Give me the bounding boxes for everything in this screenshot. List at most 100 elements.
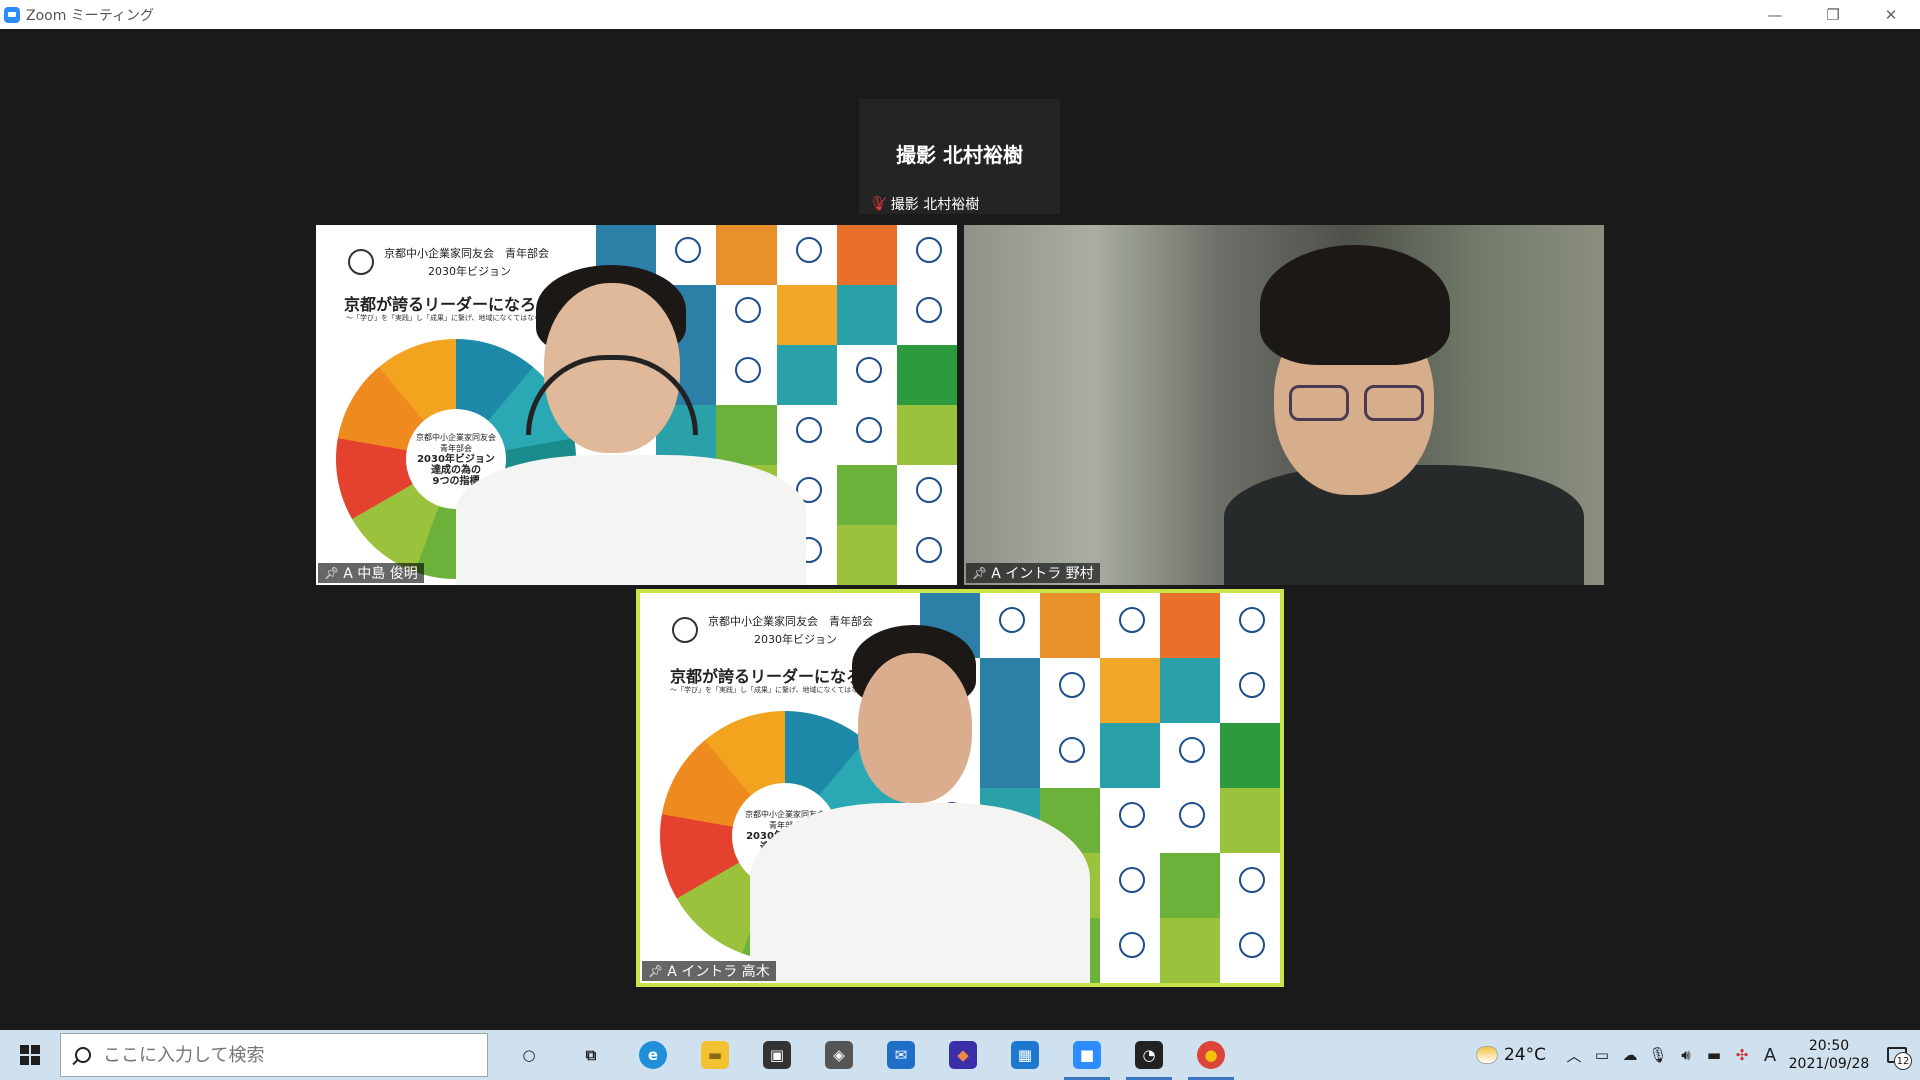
calculator-icon: ▦ bbox=[1011, 1041, 1039, 1069]
participant-name-tag: 📌︎ A 中島 俊明 bbox=[318, 563, 424, 583]
taskbar: ○ ⧉ e ▬ ▣ ◈ ✉ ◆ ▦ ■ ◔ ● 24°C ︿ ▭ ☁ 🎙︎ 🔊︎ ▬ ✣ A 20:5… bbox=[0, 1030, 1920, 1080]
notification-count: 12 bbox=[1894, 1052, 1912, 1070]
store-icon: ▣ bbox=[763, 1041, 791, 1069]
task-view-taskbar-button[interactable]: ⧉ bbox=[560, 1030, 622, 1080]
grid-logo-cell bbox=[1220, 918, 1280, 983]
grid-logo-cell bbox=[836, 345, 897, 405]
pin-icon: 📌︎ bbox=[972, 566, 988, 580]
grid-logo-cell bbox=[896, 285, 957, 345]
gallery-view: 撮影 北村裕樹 🎙︎̸ 撮影 北村裕樹 京都中小企業家同友会 青年部会 2030… bbox=[0, 29, 1920, 1030]
chrome-icon: ● bbox=[1197, 1041, 1225, 1069]
grid-indicator-cell bbox=[836, 525, 897, 585]
start-button[interactable] bbox=[0, 1030, 60, 1080]
zoom-taskbar-button[interactable]: ■ bbox=[1056, 1030, 1118, 1080]
clock-time: 20:50 bbox=[1808, 1038, 1850, 1054]
pin-icon: 📌︎ bbox=[324, 566, 340, 580]
cortana-icon: ○ bbox=[522, 1046, 536, 1064]
grid-logo-cell bbox=[1100, 788, 1160, 853]
participant-video bbox=[456, 265, 806, 585]
grid-indicator-cell bbox=[1160, 918, 1220, 983]
grid-logo-cell bbox=[896, 225, 957, 285]
cortana-taskbar-button[interactable]: ○ bbox=[498, 1030, 560, 1080]
participant-tile-2[interactable]: 📌︎ A イントラ 野村 bbox=[964, 225, 1604, 585]
minimize-button[interactable]: — bbox=[1746, 0, 1804, 29]
chrome-taskbar-button[interactable]: ● bbox=[1180, 1030, 1242, 1080]
hangouts-taskbar-button[interactable]: ◔ bbox=[1118, 1030, 1180, 1080]
weather-icon bbox=[1475, 1046, 1498, 1064]
grid-indicator-cell bbox=[896, 345, 957, 405]
grid-logo-cell bbox=[896, 465, 957, 525]
battery-icon[interactable]: ▬ bbox=[1700, 1030, 1728, 1080]
participant-display-name: 撮影 北村裕樹 bbox=[896, 143, 1023, 167]
mail-icon: ✉ bbox=[887, 1041, 915, 1069]
hair bbox=[1260, 245, 1450, 365]
title-bar: Zoom ミーティング — ❐ ✕ bbox=[0, 0, 1920, 29]
face bbox=[858, 653, 972, 803]
mail-taskbar-button[interactable]: ✉ bbox=[870, 1030, 932, 1080]
pin-icon: 📌︎ bbox=[648, 964, 664, 978]
clock-date: 2021/09/28 bbox=[1788, 1056, 1870, 1072]
system-tray: 24°C ︿ ▭ ☁ 🎙︎ 🔊︎ ▬ ✣ A 20:50 2021/09/28 … bbox=[1475, 1030, 1920, 1080]
glasses-right bbox=[1364, 385, 1424, 421]
shirt bbox=[456, 455, 806, 585]
participant-name-tag: 🎙︎̸ 撮影 北村裕樹 bbox=[863, 194, 985, 214]
glasses-left bbox=[1289, 385, 1349, 421]
grid-logo-cell bbox=[1160, 723, 1220, 788]
search-icon bbox=[75, 1047, 91, 1063]
grid-indicator-cell bbox=[1160, 658, 1220, 723]
shirt bbox=[1224, 465, 1584, 585]
mic-off-icon: 🎙︎̸ bbox=[869, 196, 887, 212]
org-logo-icon bbox=[672, 617, 698, 643]
search-input[interactable] bbox=[103, 1044, 443, 1066]
participant-name-tag: 📌︎ A イントラ 高木 bbox=[642, 961, 776, 981]
temperature: 24°C bbox=[1503, 1045, 1546, 1065]
volume-icon[interactable]: 🔊︎ bbox=[1672, 1030, 1700, 1080]
grid-logo-cell bbox=[1220, 593, 1280, 658]
edge-taskbar-button[interactable]: e bbox=[622, 1030, 684, 1080]
zoom-icon: ■ bbox=[1073, 1041, 1101, 1069]
microphone-icon[interactable]: 🎙︎ bbox=[1644, 1030, 1672, 1080]
restore-button[interactable]: ❐ bbox=[1804, 0, 1862, 29]
grid-indicator-cell bbox=[1100, 723, 1160, 788]
notification-center-button[interactable]: 12 bbox=[1874, 1030, 1920, 1080]
grid-indicator-cell bbox=[1220, 788, 1280, 853]
grid-indicator-cell bbox=[1160, 593, 1220, 658]
participant-name: A 中島 俊明 bbox=[343, 566, 418, 582]
store-taskbar-button[interactable]: ▣ bbox=[746, 1030, 808, 1080]
calculator-taskbar-button[interactable]: ▦ bbox=[994, 1030, 1056, 1080]
windows-icon bbox=[20, 1045, 40, 1065]
app-taskbar-button[interactable]: ◈ bbox=[808, 1030, 870, 1080]
show-hidden-icons-button[interactable]: ︿ bbox=[1560, 1030, 1588, 1080]
grid-indicator-cell bbox=[896, 405, 957, 465]
grid-indicator-cell bbox=[836, 465, 897, 525]
grid-logo-cell bbox=[1220, 853, 1280, 918]
participant-video bbox=[750, 613, 1090, 983]
participant-name-tag: 📌︎ A イントラ 野村 bbox=[966, 563, 1100, 583]
grid-logo-cell bbox=[896, 525, 957, 585]
colorful-app-icon: ◆ bbox=[949, 1041, 977, 1069]
grid-indicator-cell bbox=[836, 285, 897, 345]
dropbox-icon[interactable]: ✣ bbox=[1728, 1030, 1756, 1080]
weather-widget[interactable]: 24°C bbox=[1475, 1045, 1546, 1065]
pinned-apps: ○ ⧉ e ▬ ▣ ◈ ✉ ◆ ▦ ■ ◔ ● bbox=[498, 1030, 1242, 1080]
shirt bbox=[750, 803, 1090, 983]
colorful-app-taskbar-button[interactable]: ◆ bbox=[932, 1030, 994, 1080]
taskbar-search[interactable] bbox=[60, 1033, 488, 1077]
participant-name: 撮影 北村裕樹 bbox=[890, 197, 980, 213]
file-explorer-taskbar-button[interactable]: ▬ bbox=[684, 1030, 746, 1080]
zoom-app-icon bbox=[4, 6, 20, 23]
meet-now-icon[interactable]: ▭ bbox=[1588, 1030, 1616, 1080]
participant-video bbox=[1164, 235, 1604, 585]
participant-tile-1[interactable]: 京都中小企業家同友会 青年部会 2030年ビジョン 京都が誇るリーダーになろう … bbox=[316, 225, 957, 585]
ime-indicator[interactable]: A bbox=[1756, 1030, 1784, 1080]
participant-tile-3-active-speaker[interactable]: 京都中小企業家同友会 青年部会 2030年ビジョン 京都が誇るリーダーになろう … bbox=[636, 589, 1284, 987]
participant-name: A イントラ 野村 bbox=[991, 566, 1094, 582]
clock[interactable]: 20:50 2021/09/28 bbox=[1784, 1037, 1874, 1073]
participant-name: A イントラ 高木 bbox=[667, 964, 770, 980]
close-button[interactable]: ✕ bbox=[1862, 0, 1920, 29]
participant-tile-top[interactable]: 撮影 北村裕樹 🎙︎̸ 撮影 北村裕樹 bbox=[859, 99, 1060, 214]
window-controls: — ❐ ✕ bbox=[1746, 0, 1920, 29]
grid-logo-cell bbox=[1160, 788, 1220, 853]
grid-indicator-cell bbox=[1100, 658, 1160, 723]
onedrive-icon[interactable]: ☁ bbox=[1616, 1030, 1644, 1080]
